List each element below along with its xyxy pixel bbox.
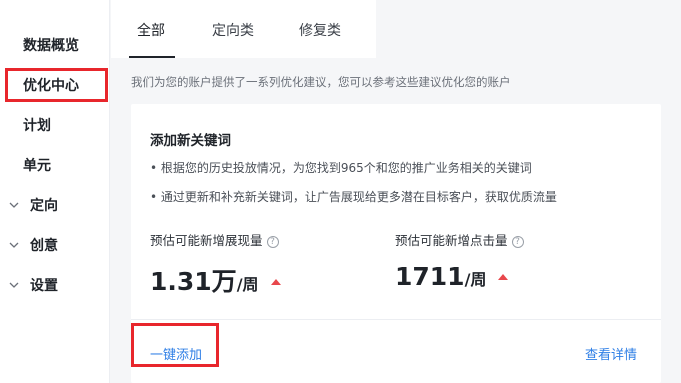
help-icon[interactable]: ? xyxy=(266,236,279,248)
page-description: 我们为您的账户提供了一系列优化建议，您可以参考这些建议优化您的账户 xyxy=(131,75,511,89)
sidebar-item-optimization-center[interactable]: 优化中心 xyxy=(0,68,110,102)
active-tab-indicator xyxy=(129,56,175,58)
sidebar-item-label: 设置 xyxy=(30,278,58,294)
trend-up-icon xyxy=(498,274,509,280)
tab-bar: 全部 定向类 修复类 xyxy=(111,0,681,58)
sidebar-item-label: 数据概览 xyxy=(23,38,79,54)
metric-unit: /周 xyxy=(236,275,259,294)
card-title: 添加新关键词 xyxy=(150,133,231,149)
sidebar-item-plan[interactable]: 计划 xyxy=(0,109,110,141)
sidebar: 数据概览 优化中心 计划 单元 定向 创意 设置 xyxy=(0,0,110,383)
metric-number: 1711 xyxy=(395,262,465,291)
chevron-down-icon xyxy=(9,282,19,288)
metric-value-clicks: 1711/周 xyxy=(395,262,509,291)
metric-label-clicks: 预估可能新增点击量? xyxy=(395,230,524,249)
trend-up-icon xyxy=(270,279,281,285)
metric-label-text: 预估可能新增展现量 xyxy=(150,233,263,248)
tab-group: 全部 定向类 修复类 xyxy=(111,0,376,58)
sidebar-item-label: 定向 xyxy=(30,198,58,214)
metric-number: 1.31万 xyxy=(150,267,237,296)
metric-label-impressions: 预估可能新增展现量? xyxy=(150,230,279,249)
sidebar-item-label: 单元 xyxy=(23,158,51,174)
sidebar-item-label: 创意 xyxy=(30,238,58,254)
sidebar-item-creative[interactable]: 创意 xyxy=(0,229,110,261)
card-divider xyxy=(131,319,661,320)
sidebar-item-label: 计划 xyxy=(23,118,51,134)
tab-bar-filler xyxy=(376,0,681,58)
card-bullet: • 通过更新和补充新关键词，让广告展现给更多潜在目标客户，获取优质流量 xyxy=(150,190,557,204)
view-details-link[interactable]: 查看详情 xyxy=(585,344,637,363)
one-click-add-button[interactable]: 一键添加 xyxy=(150,344,202,363)
sidebar-item-targeting[interactable]: 定向 xyxy=(0,189,110,221)
card-bullet: • 根据您的历史投放情况，为您找到965个和您的推广业务相关的关键词 xyxy=(150,161,532,175)
sidebar-item-unit[interactable]: 单元 xyxy=(0,149,110,181)
metric-value-impressions: 1.31万/周 xyxy=(150,262,281,298)
help-icon[interactable]: ? xyxy=(511,236,524,248)
tab-repair[interactable]: 修复类 xyxy=(299,20,341,40)
chevron-down-icon xyxy=(9,202,19,208)
metric-label-text: 预估可能新增点击量 xyxy=(395,233,508,248)
chevron-down-icon xyxy=(9,242,19,248)
sidebar-item-label: 优化中心 xyxy=(23,78,79,94)
tab-targeting[interactable]: 定向类 xyxy=(212,20,254,40)
sidebar-item-settings[interactable]: 设置 xyxy=(0,269,110,301)
sidebar-item-data-overview[interactable]: 数据概览 xyxy=(0,29,110,61)
suggestion-card: 添加新关键词 • 根据您的历史投放情况，为您找到965个和您的推广业务相关的关键… xyxy=(131,104,661,383)
tab-all[interactable]: 全部 xyxy=(137,20,165,40)
metric-unit: /周 xyxy=(464,270,487,289)
